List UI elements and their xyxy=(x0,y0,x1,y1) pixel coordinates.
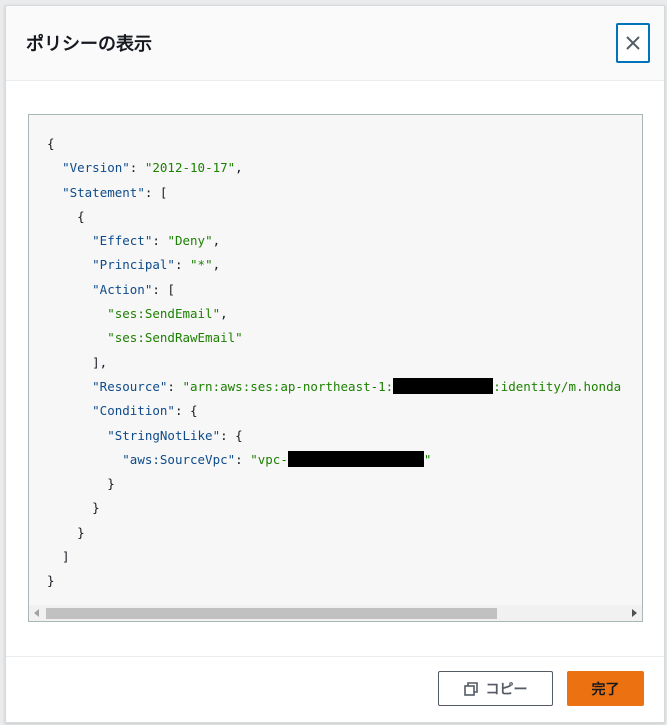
policy-json: { "Version": "2012-10-17", "Statement": … xyxy=(47,136,622,589)
redacted-vpc-id xyxy=(287,450,424,467)
copy-button[interactable]: コピー xyxy=(438,671,553,706)
copy-icon xyxy=(463,681,478,696)
modal-title: ポリシーの表示 xyxy=(26,34,152,55)
done-button[interactable]: 完了 xyxy=(567,671,644,706)
done-button-label: 完了 xyxy=(591,681,620,698)
close-icon xyxy=(626,36,640,50)
scroll-left-arrow-icon[interactable] xyxy=(34,609,39,617)
modal-header: ポリシーの表示 xyxy=(6,6,664,81)
policy-code-viewer[interactable]: { "Version": "2012-10-17", "Statement": … xyxy=(28,114,643,622)
close-button[interactable] xyxy=(616,23,650,63)
copy-button-label: コピー xyxy=(485,681,528,698)
scroll-right-arrow-icon[interactable] xyxy=(632,609,637,617)
scrollbar-thumb[interactable] xyxy=(46,608,497,619)
modal-footer: コピー 完了 xyxy=(6,656,664,722)
policy-modal: ポリシーの表示 { "Version": "2012-10-17", "Stat… xyxy=(5,5,665,723)
horizontal-scrollbar[interactable] xyxy=(29,605,642,621)
redacted-account-id xyxy=(393,377,494,394)
